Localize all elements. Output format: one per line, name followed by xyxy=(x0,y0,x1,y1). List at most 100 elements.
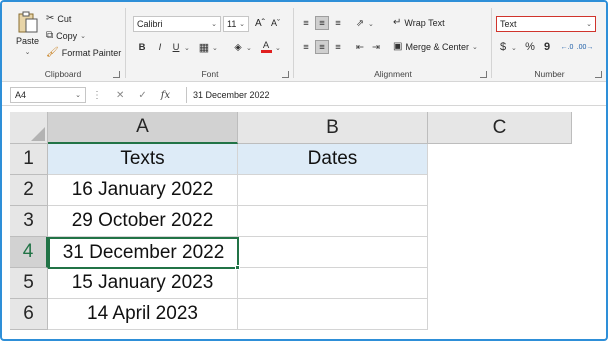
excel-window: Paste ⌄ ✂ Cut ⧉ Copy ⌄ 🖌 Format Painter … xyxy=(0,0,608,341)
decrease-indent-button[interactable]: ⇤ xyxy=(353,40,367,54)
paintbrush-icon: 🖌 xyxy=(46,47,59,58)
decrease-decimal-button[interactable]: .00→ xyxy=(577,40,594,54)
chevron-down-icon: ⌄ xyxy=(239,21,245,28)
underline-dropdown-icon[interactable]: ⌄ xyxy=(184,44,190,52)
currency-button[interactable]: $ xyxy=(496,40,510,54)
formula-input[interactable]: 31 December 2022 xyxy=(186,87,604,103)
italic-button[interactable]: I xyxy=(153,40,167,54)
cell-a4[interactable]: 31 December 2022 xyxy=(48,237,239,269)
number-format-select[interactable]: Text ⌄ xyxy=(496,16,596,32)
increase-font-size-button[interactable]: Aˆ xyxy=(255,18,265,29)
alignment-launcher-icon[interactable] xyxy=(480,71,487,78)
orientation-button[interactable]: ⇗ xyxy=(353,16,367,30)
fill-color-button[interactable]: ◈ xyxy=(231,40,245,54)
cell-b5[interactable] xyxy=(238,268,428,299)
align-right-button[interactable]: ≡ xyxy=(331,40,345,54)
ribbon-divider xyxy=(491,8,492,78)
row-header-4[interactable]: 4 xyxy=(10,237,48,268)
chevron-down-icon: ⌄ xyxy=(75,92,81,99)
font-launcher-icon[interactable] xyxy=(282,71,289,78)
column-header-b[interactable]: B xyxy=(238,112,428,144)
font-size-value: 11 xyxy=(227,19,237,29)
percent-button[interactable]: % xyxy=(523,40,537,54)
cell-b3[interactable] xyxy=(238,206,428,237)
decrease-font-size-button[interactable]: Aˇ xyxy=(271,18,280,28)
font-size-select[interactable]: 11 ⌄ xyxy=(223,16,249,32)
font-color-button[interactable]: A xyxy=(259,40,273,54)
ribbon-divider xyxy=(293,8,294,78)
align-middle-icon: ≡ xyxy=(319,17,325,29)
cell-a5[interactable]: 15 January 2023 xyxy=(48,268,238,299)
column-header-c[interactable]: C xyxy=(428,112,572,144)
cut-button[interactable]: ✂ Cut xyxy=(46,14,71,25)
wrap-text-button[interactable]: ↵ Wrap Text xyxy=(393,18,445,29)
fill-color-dropdown-icon[interactable]: ⌄ xyxy=(246,44,252,52)
row-header-2[interactable]: 2 xyxy=(10,175,48,206)
cell-b1[interactable]: Dates xyxy=(238,144,428,175)
cell-a2[interactable]: 16 January 2022 xyxy=(48,175,238,206)
row-header-6[interactable]: 6 xyxy=(10,299,48,330)
number-launcher-icon[interactable] xyxy=(595,71,602,78)
align-bottom-button[interactable]: ≡ xyxy=(331,16,345,30)
select-all-button[interactable] xyxy=(10,112,48,144)
font-name-select[interactable]: Calibri ⌄ xyxy=(133,16,221,32)
align-top-button[interactable]: ≡ xyxy=(299,16,313,30)
format-painter-label: Format Painter xyxy=(61,48,122,58)
name-box[interactable]: A4 ⌄ xyxy=(10,87,86,103)
borders-dropdown-icon[interactable]: ⌄ xyxy=(212,44,218,52)
alignment-group: ≡ ≡ ≡ ⇗ ⌄ ↵ Wrap Text ≡ ≡ ≡ ⇤ ⇥ ▣ Merge … xyxy=(295,2,491,82)
align-left-button[interactable]: ≡ xyxy=(299,40,313,54)
clipboard-group: Paste ⌄ ✂ Cut ⧉ Copy ⌄ 🖌 Format Painter … xyxy=(2,2,124,82)
increase-decimal-button[interactable]: ←.0 xyxy=(560,40,574,54)
formula-bar: A4 ⌄ ⋮ ✕ ✓ fx 31 December 2022 xyxy=(2,84,606,106)
paste-button[interactable]: Paste ⌄ xyxy=(16,10,39,56)
row-header-5[interactable]: 5 xyxy=(10,268,48,299)
borders-button[interactable]: ▦ xyxy=(197,40,211,54)
format-painter-button[interactable]: 🖌 Format Painter xyxy=(46,47,122,59)
copy-dropdown-icon[interactable]: ⌄ xyxy=(80,32,86,40)
formula-controls: ⋮ ✕ ✓ fx xyxy=(92,87,170,103)
number-group: Text ⌄ $ ⌄ % 9 ←.0 .00→ Number xyxy=(493,2,606,82)
more-options-icon: ⋮ xyxy=(92,89,102,101)
align-center-button[interactable]: ≡ xyxy=(315,40,329,54)
copy-icon: ⧉ xyxy=(46,30,54,41)
cell-b2[interactable] xyxy=(238,175,428,206)
insert-function-button[interactable]: fx xyxy=(161,90,170,101)
font-color-dropdown-icon[interactable]: ⌄ xyxy=(275,44,281,52)
copy-button[interactable]: ⧉ Copy ⌄ xyxy=(46,30,86,42)
currency-dropdown-icon[interactable]: ⌄ xyxy=(511,44,517,52)
align-right-icon: ≡ xyxy=(335,41,341,53)
comma-style-button[interactable]: 9 xyxy=(540,40,554,54)
chevron-down-icon: ⌄ xyxy=(586,21,592,28)
cell-a3[interactable]: 29 October 2022 xyxy=(48,206,238,237)
font-color-swatch xyxy=(260,50,272,53)
cell-a6[interactable]: 14 April 2023 xyxy=(48,299,238,330)
increase-indent-icon: ⇥ xyxy=(372,41,380,53)
orientation-dropdown-icon[interactable]: ⌄ xyxy=(368,20,374,28)
increase-indent-button[interactable]: ⇥ xyxy=(369,40,383,54)
fill-handle[interactable] xyxy=(235,265,240,270)
cancel-icon[interactable]: ✕ xyxy=(116,90,124,101)
name-box-value: A4 xyxy=(15,90,27,100)
align-middle-button[interactable]: ≡ xyxy=(315,16,329,30)
row-header-3[interactable]: 3 xyxy=(10,206,48,237)
merge-center-button[interactable]: ▣ Merge & Center ⌄ xyxy=(393,42,478,53)
align-left-icon: ≡ xyxy=(303,41,309,53)
underline-button[interactable]: U xyxy=(169,40,183,54)
enter-icon[interactable]: ✓ xyxy=(138,90,146,101)
decrease-indent-icon: ⇤ xyxy=(356,41,364,53)
clipboard-launcher-icon[interactable] xyxy=(113,71,120,78)
cell-a1[interactable]: Texts xyxy=(48,144,238,175)
font-group: Calibri ⌄ 11 ⌄ Aˆ Aˇ B I U ⌄ ▦ ⌄ ◈ ⌄ A ⌄… xyxy=(127,2,293,82)
copy-label: Copy xyxy=(56,31,78,41)
row-header-1[interactable]: 1 xyxy=(10,144,48,175)
cell-b4[interactable] xyxy=(238,237,428,268)
wrap-text-label: Wrap Text xyxy=(404,18,445,28)
align-center-icon: ≡ xyxy=(319,41,325,53)
merge-dropdown-icon[interactable]: ⌄ xyxy=(472,43,478,51)
paste-dropdown-icon[interactable]: ⌄ xyxy=(25,48,31,56)
increase-decimal-icon: ←.0 xyxy=(560,43,574,51)
cell-b6[interactable] xyxy=(238,299,428,330)
bold-button[interactable]: B xyxy=(135,40,149,54)
column-header-a[interactable]: A xyxy=(48,112,238,144)
